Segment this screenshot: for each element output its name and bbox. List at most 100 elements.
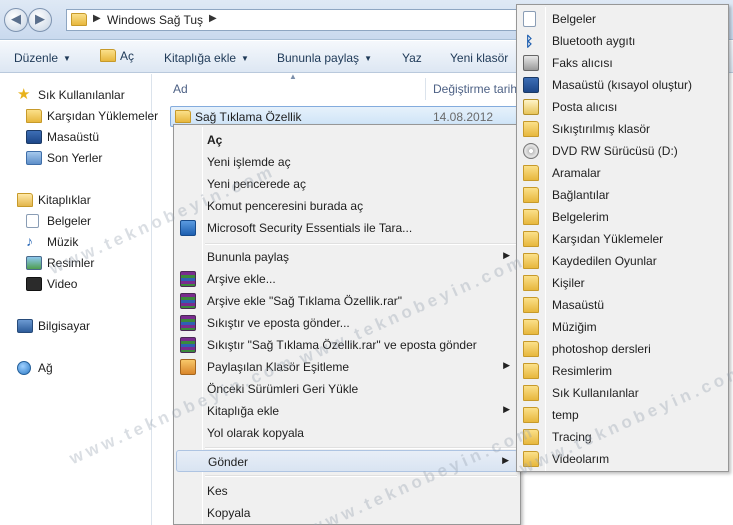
folder-icon (523, 385, 539, 401)
sendto-links[interactable]: Bağlantılar (519, 184, 727, 206)
sendto-contacts[interactable]: Kişiler (519, 272, 727, 294)
folder-icon (523, 231, 539, 247)
sendto-saved-games[interactable]: Kaydedilen Oyunlar (519, 250, 727, 272)
pictures-icon (26, 256, 42, 270)
menu-item-open-new-window[interactable]: Yeni pencerede aç (176, 173, 518, 195)
folder-icon (523, 429, 539, 445)
folder-icon (523, 451, 539, 467)
sendto-photoshop-lessons[interactable]: photoshop dersleri (519, 338, 727, 360)
sendto-documents[interactable]: Belgeler (519, 8, 727, 30)
breadcrumb-current[interactable]: Windows Sağ Tuş (107, 13, 203, 27)
folder-icon (523, 253, 539, 269)
desktop-icon (26, 130, 42, 144)
sendto-my-videos[interactable]: Videolarım (519, 448, 727, 470)
sort-arrow-icon: ▲ (289, 72, 297, 81)
menu-separator (205, 243, 517, 245)
dropdown-arrow-icon: ▼ (241, 54, 249, 63)
video-icon (26, 277, 42, 291)
submenu-arrow-icon: ▶ (503, 404, 510, 414)
open-button[interactable]: Aç (100, 49, 134, 63)
back-arrow-icon: ◀ (11, 11, 21, 26)
folder-icon (71, 13, 87, 26)
menu-separator (205, 475, 517, 477)
menu-item-cut[interactable]: Kes (176, 480, 518, 502)
sendto-dvd-drive[interactable]: DVD RW Sürücüsü (D:) (519, 140, 727, 162)
security-essentials-icon (180, 220, 196, 236)
menu-item-add-to-library[interactable]: Kitaplığa ekle ▶ (176, 400, 518, 422)
desktop-icon (523, 77, 539, 93)
sendto-favorites[interactable]: Sık Kullanılanlar (519, 382, 727, 404)
menu-item-compress-email[interactable]: Sıkıştır ve eposta gönder... (176, 312, 518, 334)
folder-icon (523, 407, 539, 423)
send-to-submenu: Belgeler ᛒ Bluetooth aygıtı Faks alıcısı … (516, 4, 729, 472)
sendto-temp[interactable]: temp (519, 404, 727, 426)
menu-item-security-scan[interactable]: Microsoft Security Essentials ile Tara..… (176, 217, 518, 239)
fax-icon (523, 55, 539, 71)
sendto-my-documents[interactable]: Belgelerim (519, 206, 727, 228)
column-date[interactable]: Değiştirme tarihi (433, 82, 520, 96)
breadcrumb-chevron-icon[interactable]: ▶ (209, 13, 217, 24)
menu-item-add-to-rar[interactable]: Arşive ekle "Sağ Tıklama Özellik.rar" (176, 290, 518, 312)
winrar-icon (180, 337, 196, 353)
star-icon: ★ (17, 86, 31, 103)
mail-icon (523, 99, 539, 115)
sendto-downloads[interactable]: Karşıdan Yüklemeler (519, 228, 727, 250)
column-divider[interactable] (425, 78, 426, 100)
breadcrumb-separator-icon[interactable]: ▶ (93, 13, 101, 24)
folder-icon (523, 363, 539, 379)
open-folder-icon (100, 49, 116, 62)
sendto-my-music[interactable]: Müziğim (519, 316, 727, 338)
menu-item-restore-previous[interactable]: Önceki Sürümleri Geri Yükle (176, 378, 518, 400)
burn-button[interactable]: Yaz (402, 51, 422, 65)
winrar-icon (180, 271, 196, 287)
folder-icon (523, 187, 539, 203)
bluetooth-icon: ᛒ (525, 33, 534, 49)
menu-item-send-to[interactable]: Gönder ▶ (176, 450, 518, 472)
menu-item-copy[interactable]: Kopyala (176, 502, 518, 524)
menu-item-copy-as-path[interactable]: Yol olarak kopyala (176, 422, 518, 444)
sendto-fax[interactable]: Faks alıcısı (519, 52, 727, 74)
sendto-mail-recipient[interactable]: Posta alıcısı (519, 96, 727, 118)
winrar-icon (180, 315, 196, 331)
new-folder-button[interactable]: Yeni klasör (450, 51, 508, 65)
sendto-searches[interactable]: Aramalar (519, 162, 727, 184)
dropdown-arrow-icon: ▼ (63, 54, 71, 63)
documents-icon (26, 214, 39, 228)
menu-item-share-with[interactable]: Bununla paylaş ▶ (176, 246, 518, 268)
submenu-arrow-icon: ▶ (503, 250, 510, 260)
navigation-pane: ★ Sık Kullanılanlar Karşıdan Yüklemeler … (0, 74, 158, 525)
forward-button[interactable]: ▶ (28, 8, 52, 32)
sendto-compressed-folder[interactable]: Sıkıştırılmış klasör (519, 118, 727, 140)
documents-icon (523, 11, 536, 27)
organize-button[interactable]: Düzenle ▼ (14, 51, 71, 65)
context-menu: Aç Yeni işlemde aç Yeni pencerede aç Kom… (173, 124, 521, 525)
menu-item-compress-rar-email[interactable]: Sıkıştır "Sağ Tıklama Özellik.rar" ve ep… (176, 334, 518, 356)
menu-item-open-command-window[interactable]: Komut penceresini burada aç (176, 195, 518, 217)
menu-item-open[interactable]: Aç (176, 129, 518, 151)
computer-icon (17, 319, 33, 333)
share-with-button[interactable]: Bununla paylaş ▼ (277, 51, 372, 65)
add-to-library-button[interactable]: Kitaplığa ekle ▼ (164, 51, 249, 65)
sendto-desktop-shortcut[interactable]: Masaüstü (kısayol oluştur) (519, 74, 727, 96)
downloads-folder-icon (26, 109, 42, 123)
sendto-desktop[interactable]: Masaüstü (519, 294, 727, 316)
column-name[interactable]: Ad (173, 82, 188, 96)
sendto-tracing[interactable]: Tracing (519, 426, 727, 448)
dvd-drive-icon (523, 143, 539, 159)
sendto-my-pictures[interactable]: Resimlerim (519, 360, 727, 382)
sendto-bluetooth[interactable]: ᛒ Bluetooth aygıtı (519, 30, 727, 52)
menu-item-shared-folder-sync[interactable]: Paylaşılan Klasör Eşitleme ▶ (176, 356, 518, 378)
menu-item-add-to-archive[interactable]: Arşive ekle... (176, 268, 518, 290)
menu-item-open-new-process[interactable]: Yeni işlemde aç (176, 151, 518, 173)
address-field[interactable]: ▶ Windows Sağ Tuş ▶ (66, 9, 522, 31)
back-button[interactable]: ◀ (4, 8, 28, 32)
folder-icon (523, 275, 539, 291)
forward-arrow-icon: ▶ (35, 11, 45, 26)
winrar-icon (180, 293, 196, 309)
dropdown-arrow-icon: ▼ (364, 54, 372, 63)
file-name: Sağ Tıklama Özellik (195, 110, 302, 124)
submenu-arrow-icon: ▶ (503, 360, 510, 370)
folder-icon (523, 341, 539, 357)
zip-folder-icon (523, 121, 539, 137)
music-icon: ♪ (26, 233, 33, 249)
